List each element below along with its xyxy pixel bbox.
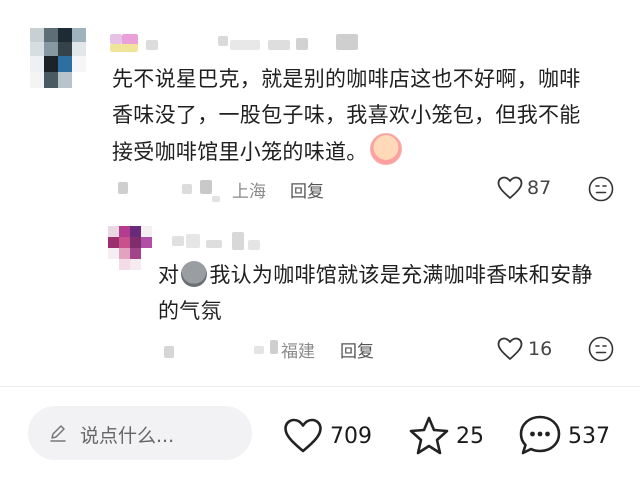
comment-line: 对我认为咖啡馆就该是充满咖啡香味和安静 [158,261,593,287]
heart-icon[interactable] [283,418,323,454]
reply-button[interactable]: 回复 [340,337,374,362]
comment-text: 先不说星巴克，就是别的咖啡店这也不好啊，咖啡 香味没了，一股包子味，我喜欢小笼包… [112,61,622,170]
grimace-face-emoji-icon [181,261,208,287]
star-icon[interactable] [408,415,450,455]
comment-line: 的气氛 [158,299,222,323]
pencil-icon [50,425,66,442]
emoji-reaction-icon[interactable] [588,336,614,362]
avatar[interactable] [108,226,152,270]
comment-count: 537 [568,424,610,449]
favorite-count: 25 [456,424,484,449]
heart-icon[interactable] [497,176,523,200]
crying-face-emoji-icon [369,133,402,165]
location: 上海 [232,182,266,202]
reply-button[interactable]: 回复 [290,177,324,202]
location: 福建 [281,342,315,362]
like-count: 87 [527,177,552,199]
comment-input[interactable]: 说点什么... [28,406,252,460]
comment-line: 香味没了，一股包子味，我喜欢小笼包，但我不能 [112,103,581,127]
like-count: 709 [330,424,372,449]
comment-text: 对我认为咖啡馆就该是充满咖啡香味和安静 的气氛 [158,257,618,329]
input-placeholder: 说点什么... [80,425,175,447]
emoji-reaction-icon[interactable] [588,176,614,202]
comment-line: 接受咖啡馆里小笼的味道。 [112,133,622,170]
heart-icon[interactable] [497,337,523,361]
like-count: 16 [528,338,553,360]
comment-bubble-icon[interactable] [518,414,562,456]
comment-line: 先不说星巴克，就是别的咖啡店这也不好啊，咖啡 [112,67,581,91]
avatar[interactable] [30,28,86,88]
